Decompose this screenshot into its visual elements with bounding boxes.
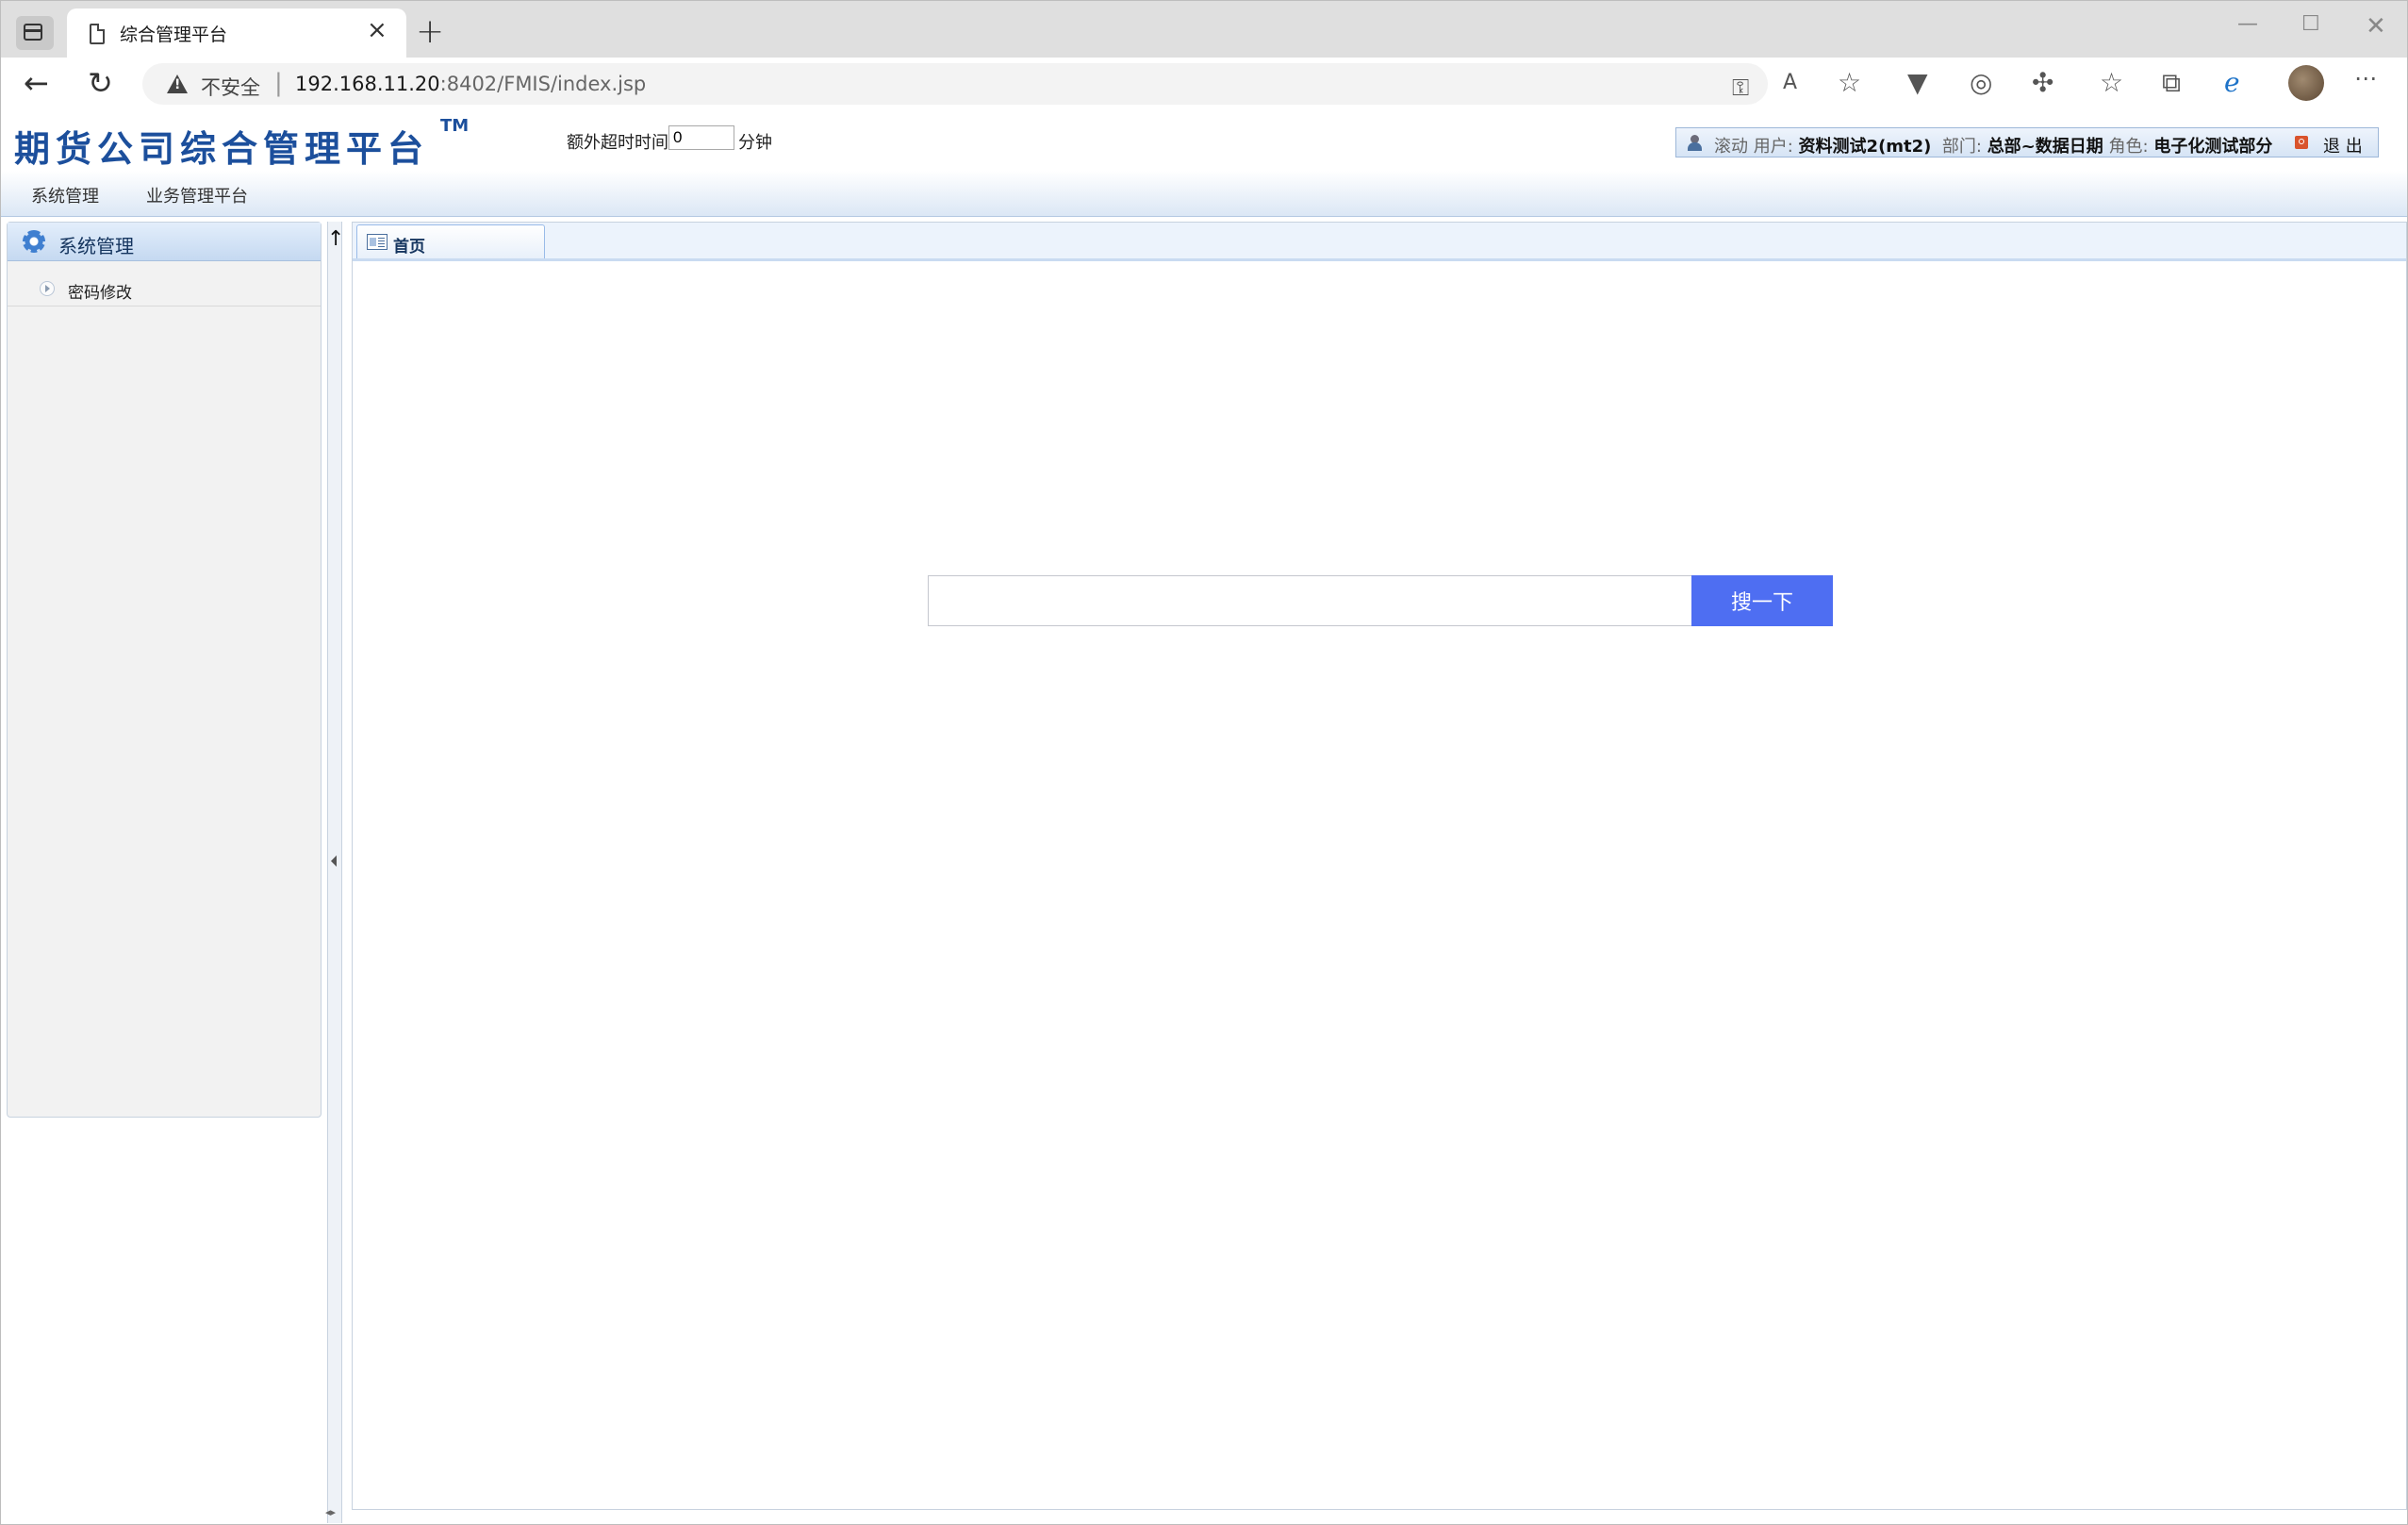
close-tab-icon[interactable]: ×	[367, 16, 388, 44]
minimize-icon[interactable]: —	[2237, 12, 2258, 36]
collections-icon[interactable]: ⧉	[2162, 67, 2181, 99]
timeout-label: 额外超时时间	[567, 133, 668, 153]
main-content: 首页 搜一下	[352, 222, 2407, 1510]
collapse-sidebar-icon[interactable]	[331, 855, 337, 867]
tabs-icon[interactable]	[16, 16, 54, 50]
user-value: 资料测试2(mt2)	[1798, 137, 1932, 157]
user-icon	[1688, 135, 1702, 151]
scroll-arrows-icon[interactable]: ◂▸	[325, 1506, 336, 1518]
user-info-bar: 滚动 用户: 资料测试2(mt2) 部门: 总部~数据日期 角色: 电子化测试部…	[1675, 127, 2379, 157]
browser-window: 综合管理平台 × + — ☐ ✕ ← ↻ 不安全 | 192.168.11.20…	[0, 0, 2408, 1525]
menu-bar: 系统管理 业务管理平台	[1, 171, 2407, 217]
tab-title: 综合管理平台	[120, 25, 228, 45]
logout-button[interactable]: 退 出	[2323, 133, 2363, 157]
search-button[interactable]: 搜一下	[1691, 575, 1833, 626]
timeout-unit: 分钟	[738, 133, 772, 153]
more-menu-icon[interactable]: ⋯	[2354, 65, 2377, 91]
new-tab-button[interactable]: +	[416, 12, 444, 51]
back-arrow-icon[interactable]: ←	[24, 65, 49, 101]
close-window-icon[interactable]: ✕	[2366, 12, 2386, 41]
sidebar: 系统管理 密码修改	[7, 222, 322, 1118]
role-label: 角色:	[2108, 137, 2149, 157]
browser-tab[interactable]: 综合管理平台 ×	[67, 8, 406, 58]
refresh-icon[interactable]: ↻	[88, 65, 113, 101]
menu-item-system[interactable]: 系统管理	[31, 183, 99, 207]
tab-label: 首页	[393, 238, 425, 257]
trademark: TM	[440, 116, 470, 136]
logout-icon[interactable]	[2295, 136, 2308, 149]
scroll-label: 滚动	[1714, 137, 1748, 157]
ie-mode-icon[interactable]: ℯ	[2224, 67, 2240, 98]
address-bar: ← ↻ 不安全 | 192.168.11.20:8402/FMIS/index.…	[1, 58, 2407, 113]
gear-icon	[23, 230, 45, 253]
favorites-icon[interactable]: ☆	[2100, 67, 2123, 98]
user-label: 用户:	[1753, 137, 1793, 157]
warning-icon	[167, 75, 188, 93]
sidebar-title: 系统管理	[58, 235, 134, 257]
sidebar-item-label: 密码修改	[68, 284, 132, 303]
extension-circle-icon[interactable]: ◎	[1970, 67, 1992, 98]
security-label[interactable]: 不安全	[201, 73, 260, 101]
collapse-arrow-icon[interactable]: ↑	[327, 227, 344, 251]
url-separator: |	[274, 69, 283, 97]
extension-v-icon[interactable]: ▼	[1907, 67, 1928, 98]
browser-tab-strip: 综合管理平台 × + — ☐ ✕	[1, 1, 2407, 58]
page-icon	[367, 234, 388, 250]
dept-value: 总部~数据日期	[1987, 137, 2103, 157]
content-tab-bar: 首页	[353, 223, 2406, 261]
maximize-icon[interactable]: ☐	[2301, 12, 2320, 36]
read-aloud-icon[interactable]: A	[1783, 71, 1797, 94]
menu-item-business[interactable]: 业务管理平台	[146, 183, 248, 207]
tab-home[interactable]: 首页	[356, 224, 545, 258]
page-icon	[90, 24, 105, 44]
url-text[interactable]: 192.168.11.20:8402/FMIS/index.jsp	[295, 73, 646, 95]
add-favorite-icon[interactable]: ☆	[1838, 67, 1861, 98]
sidebar-item-password-change[interactable]: 密码修改	[8, 272, 321, 307]
timeout-input[interactable]	[668, 125, 734, 150]
logo: 期货公司综合管理平台	[14, 127, 430, 170]
sidebar-splitter[interactable]: ↑	[327, 222, 344, 1523]
key-icon[interactable]: ⚿	[1732, 75, 1749, 101]
play-bullet-icon	[40, 281, 55, 296]
sidebar-header[interactable]: 系统管理	[8, 223, 321, 261]
url-host: 192.168.11.20	[295, 73, 440, 95]
dept-label: 部门:	[1941, 137, 1982, 157]
role-value: 电子化测试部分	[2153, 137, 2273, 157]
profile-avatar[interactable]	[2288, 65, 2324, 101]
app-header: 期货公司综合管理平台 TM 额外超时时间 分钟 滚动 用户: 资料测试2(mt2…	[1, 112, 2407, 170]
url-field[interactable]: 不安全 | 192.168.11.20:8402/FMIS/index.jsp …	[142, 63, 1768, 105]
search-input[interactable]	[928, 575, 1693, 626]
url-path: :8402/FMIS/index.jsp	[439, 73, 647, 95]
extensions-puzzle-icon[interactable]: ✣	[2032, 67, 2053, 98]
